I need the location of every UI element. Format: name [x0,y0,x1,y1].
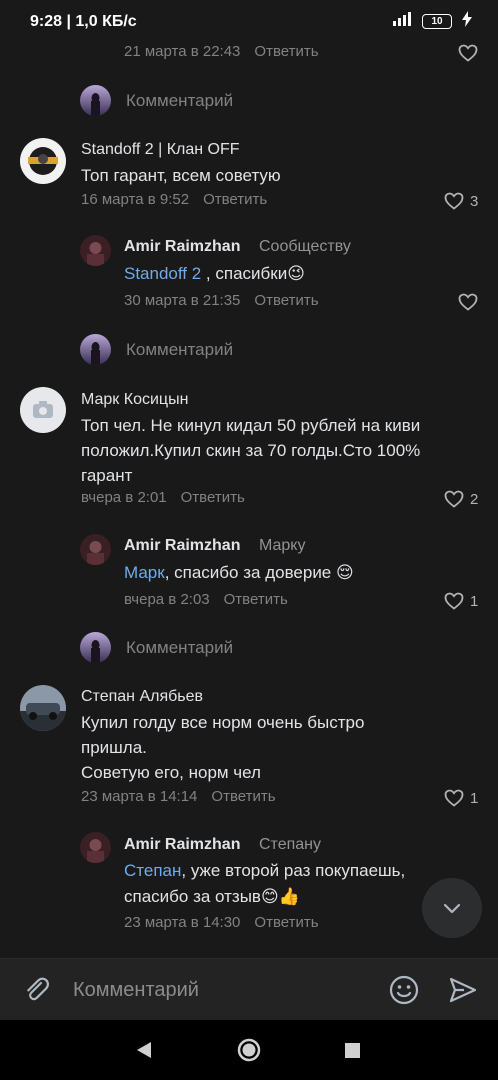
avatar[interactable] [20,387,66,433]
status-bar: 9:28 | 1,0 КБ/с 10 [0,0,498,40]
avatar[interactable] [80,235,111,266]
comment-compose[interactable]: Комментарий [126,340,233,360]
comment-meta: 16 марта в 9:52 Ответить [81,191,268,208]
smile-thumbs-emoji: 😊👍 [260,887,300,906]
reply-meta: 30 марта в 21:35 Ответить [124,292,319,309]
comment-input[interactable]: Комментарий [73,979,199,1002]
reply-author[interactable]: Amir Raimzhan [124,537,240,555]
avatar[interactable] [80,832,111,863]
like-count: 2 [470,490,479,508]
send-icon [449,977,477,1003]
square-icon [345,1043,360,1058]
heart-icon [444,192,464,210]
reply-target: Сообществу [259,238,351,255]
reply-author[interactable]: Amir Raimzhan [124,238,240,256]
avatar[interactable] [20,138,66,184]
avatar[interactable] [20,685,66,731]
heart-icon [444,490,464,508]
comment-author[interactable]: Марк Косицын [81,391,188,409]
comments-feed[interactable]: 21 марта в 22:43 Ответить Комментарий Sta… [0,40,498,958]
comment-text-line: пришла. [81,738,147,757]
reply-target: Степану [259,836,321,853]
heart-icon [458,293,478,311]
heart-icon [444,592,464,610]
comment-meta: 21 марта в 22:43 Ответить [124,43,319,60]
avatar[interactable] [80,534,111,565]
comment-text-line: положил.Купил скин за 70 голды.Сто 100% [81,441,421,460]
like-button[interactable]: 3 [444,192,478,210]
heart-icon [458,44,478,62]
like-button[interactable] [458,44,478,62]
my-avatar [80,334,111,365]
reply-button[interactable]: Ответить [211,788,275,805]
battery-icon: 10 [422,14,452,29]
reply-text: Степан, уже второй раз покупаешь, [124,861,406,880]
camera-icon [33,401,53,418]
comment-text-line: гарант [81,466,133,485]
mention-link[interactable]: Standoff 2 [124,264,201,283]
comment-meta: 23 марта в 14:14 Ответить [81,788,276,805]
reply-text: Standoff 2 , спасибки😉 [124,264,305,283]
like-button[interactable]: 1 [444,789,478,807]
reply-text: спасибо за отзыв😊👍 [124,887,300,906]
smiley-icon [389,975,419,1005]
status-time: 9:28 | 1,0 КБ/с [30,13,137,30]
reply-button[interactable]: Ответить [254,914,318,931]
wink-emoji: 😉 [287,264,305,283]
home-circle-icon [237,1038,261,1062]
home-button[interactable] [237,1038,261,1067]
comment-input-bar: Комментарий [0,958,498,1020]
reply-button[interactable]: Ответить [203,191,267,208]
my-avatar [80,632,111,663]
reply-button[interactable]: Ответить [181,489,245,506]
comment-compose[interactable]: Комментарий [126,638,233,658]
comment-author[interactable]: Standoff 2 | Клан OFF [81,141,240,159]
reply-meta: 23 марта в 14:30 Ответить [124,914,319,931]
back-triangle-icon [137,1042,151,1058]
send-button[interactable] [448,975,478,1010]
like-button[interactable]: 1 [444,592,478,610]
emoji-button[interactable] [388,974,420,1011]
signal-icon [392,12,414,31]
comment-author[interactable]: Степан Алябьев [81,688,203,706]
reply-author[interactable]: Amir Raimzhan [124,836,240,854]
reply-button[interactable]: Ответить [224,591,288,608]
relieved-emoji: 😌 [336,563,354,582]
like-button[interactable]: 2 [444,490,478,508]
reply-target: Марку [259,537,306,554]
comment-meta: вчера в 2:01 Ответить [81,489,245,506]
heart-icon [444,789,464,807]
comment-text: Топ гарант, всем советую [81,166,281,185]
attach-button[interactable] [22,975,52,1010]
like-button[interactable] [458,293,478,311]
like-count: 1 [470,789,479,807]
comment-text-line: Топ чел. Не кинул кидал 50 рублей на кив… [81,416,421,435]
chevron-down-icon [443,903,461,914]
reply-button[interactable]: Ответить [254,43,318,60]
system-nav-bar [0,1020,498,1080]
mention-link[interactable]: Марк [124,563,165,582]
scroll-down-button[interactable] [422,878,482,938]
comment-text-line: Советую его, норм чел [81,763,261,782]
back-button[interactable] [136,1041,152,1064]
mention-link[interactable]: Степан [124,861,181,880]
like-count: 3 [470,192,479,210]
comment-compose[interactable]: Комментарий [126,91,233,111]
reply-button[interactable]: Ответить [254,292,318,309]
reply-meta: вчера в 2:03 Ответить [124,591,288,608]
recents-button[interactable] [345,1043,360,1063]
like-count: 1 [470,592,479,610]
my-avatar [80,85,111,116]
reply-text: Марк, спасибо за доверие 😌 [124,563,354,582]
paperclip-icon [27,977,50,1001]
status-icons: 10 [392,11,474,32]
comment-text-line: Купил голду все норм очень быстро [81,713,365,732]
charging-icon [460,11,474,32]
